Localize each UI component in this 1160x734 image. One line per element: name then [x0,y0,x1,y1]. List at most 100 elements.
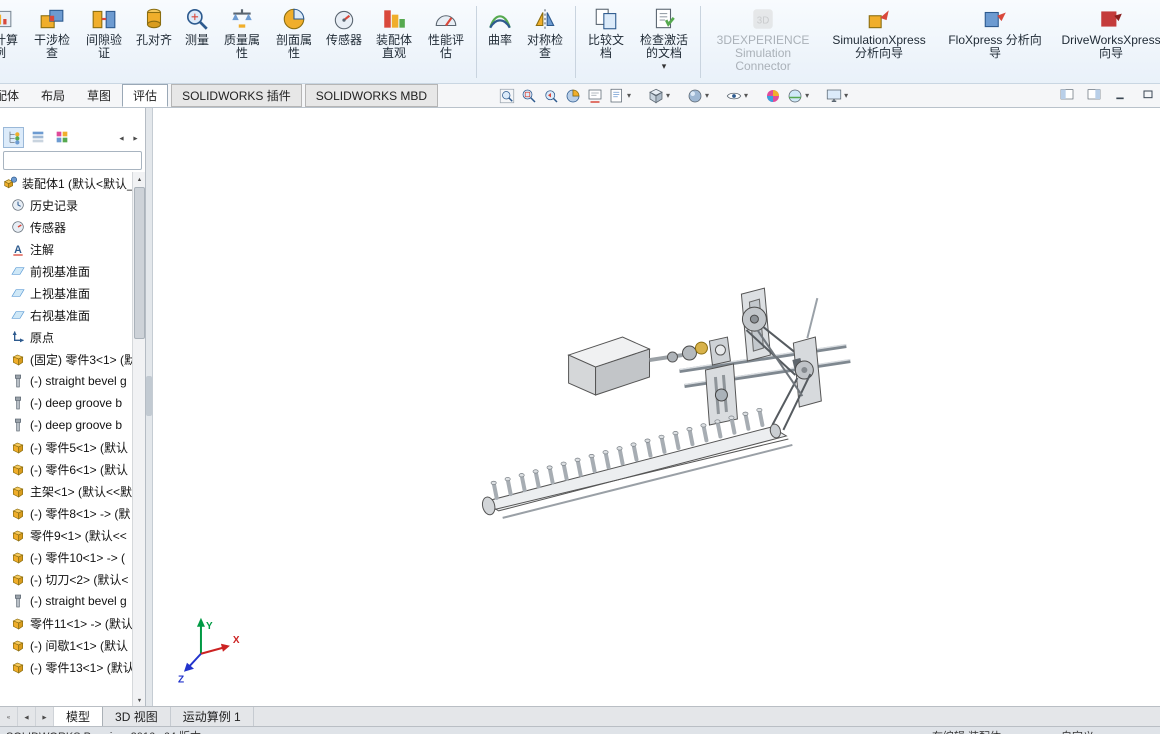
tree-item[interactable]: (-) 零件6<1> (默认 [0,458,132,480]
ribbon-tab[interactable]: 评估 [122,84,169,107]
part-icon [10,439,26,455]
ribbon-tab[interactable]: 布局 [30,84,76,107]
toolbar-button[interactable]: 3D 3DEXPERIENCE Simulation Connector [705,6,821,73]
toolbar-button[interactable]: 比较文档 [580,6,632,60]
tree-item[interactable]: 传感器 [0,216,132,238]
panel-tab[interactable] [51,127,72,148]
heads-up-button[interactable] [645,87,672,105]
toolbar-button-label: 对称检查 [527,33,564,60]
heads-up-button[interactable] [762,87,784,105]
toolbar-button[interactable]: 检查激活的文档 [632,6,702,78]
panel-splitter[interactable] [146,108,153,706]
heads-up-button[interactable] [518,87,540,105]
toolbar-button[interactable]: SimulationXpress 分析向导 [821,6,937,60]
tree-item[interactable]: (-) 零件8<1> -> (默 [0,502,132,524]
graphics-viewport[interactable]: Y X Z [153,108,1160,706]
panel-tab-scroll-button[interactable]: ◀ [115,129,128,145]
tree-scroll-up-button[interactable]: ▲ [133,172,146,185]
tree-scroll-down-button[interactable]: ▼ [133,693,146,706]
tree-item[interactable]: (固定) 零件3<1> (默 [0,348,132,370]
tree-item[interactable]: (-) 零件5<1> (默认 [0,436,132,458]
toolbar-button-label: 间隙验证 [85,33,122,60]
tree-item[interactable]: (-) deep groove b [0,414,132,436]
model-tab-label: 模型 [66,710,91,724]
model-conveyor [481,407,793,519]
tree-item[interactable]: 零件11<1> -> (默认 [0,612,132,634]
toolbar-button[interactable]: 装配体直观 [368,6,420,60]
model-tab[interactable]: 运动算例 1 [171,707,254,726]
panel-tab[interactable] [3,126,24,148]
tab-scroll-button[interactable]: « [0,707,18,726]
panel-tab-scroll-button[interactable]: ▶ [129,129,142,145]
heads-up-button[interactable] [823,87,850,105]
window-control-button[interactable] [1057,85,1077,105]
tree-item[interactable]: 零件9<1> (默认<< [0,524,132,546]
tree-item-label: (-) 零件5<1> (默认 [30,440,129,455]
heads-up-button[interactable] [584,87,606,105]
toolbar-button[interactable]: 剖面属性 [268,6,320,60]
heads-up-button[interactable] [540,87,562,105]
annotations-icon: A [10,241,26,257]
tree-item[interactable]: 上视基准面 [0,282,132,304]
heads-up-button[interactable] [723,87,750,105]
toolbar-button[interactable]: 孔对齐 [130,6,178,47]
tree-scrollbar[interactable]: ▲ ▼ [132,172,145,706]
tree-item-label: 装配体1 (默认<默认_显 [22,176,132,191]
heads-up-button[interactable] [784,87,811,105]
tree-item[interactable]: (-) 零件13<1> (默认 [0,656,132,678]
tree-item[interactable]: 原点 [0,326,132,348]
tree-item[interactable]: 前视基准面 [0,260,132,282]
tree-item[interactable]: A 注解 [0,238,132,260]
toolbar-button[interactable]: 干涉检查 [26,6,78,60]
toolbar-button[interactable]: 性能评估 [420,6,478,78]
tab-scroll-button[interactable]: ▶ [36,707,54,726]
view-orientation-icon [647,87,665,105]
plane-icon [10,263,26,279]
toolbar-button[interactable]: 测量 [178,6,216,47]
tree-item[interactable]: 主架<1> (默认<<默 [0,480,132,502]
tree-item[interactable]: 装配体1 (默认<默认_显 [0,172,132,194]
model-tab[interactable]: 模型 [54,707,104,726]
toolbar-button[interactable]: 传感器 [320,6,368,47]
window-control-button[interactable] [1111,85,1131,105]
tab-scroll-button[interactable]: ◀ [18,707,36,726]
svg-text:▼: ▼ [136,698,141,704]
model-tab[interactable]: 3D 视图 [103,707,171,726]
assembly-model[interactable]: Y X Z [153,108,1160,706]
ribbon-tab[interactable]: 草图 [76,84,122,107]
featuremanager-filter-input[interactable] [3,150,142,170]
toolbar-button[interactable]: 曲率 [481,6,519,47]
tree-item[interactable]: (-) 间歇1<1> (默认 [0,634,132,656]
ribbon-tab[interactable]: SOLIDWORKS MBD [304,84,439,107]
tree-item[interactable]: (-) 切刀<2> (默认< [0,568,132,590]
simulationxpress-icon [866,6,892,32]
heads-up-button[interactable] [496,87,518,105]
tree-item[interactable]: (-) straight bevel g [0,370,132,392]
heads-up-button[interactable] [562,87,584,105]
status-customize-link[interactable]: 自定义 [1061,728,1094,734]
scroll-left-icon: ◀ [116,132,127,143]
heads-up-button[interactable] [684,87,711,105]
toolbar-button[interactable]: FloXpress 分析向导 [937,6,1053,60]
toolbar-button[interactable]: 设计算例 [0,6,26,60]
toolbar-button[interactable]: DriveWorksXpress 向导 [1053,6,1160,60]
status-bar: SOLIDWORKS Premium 2016 x64 版本 在编辑 装配体 自… [0,726,1160,734]
window-control-button[interactable] [1084,85,1104,105]
toolbar-button-label: 干涉检查 [33,33,70,60]
tree-item[interactable]: (-) straight bevel g [0,590,132,612]
tree-item[interactable]: (-) deep groove b [0,392,132,414]
heads-up-button[interactable] [606,87,633,105]
toolbar-button[interactable]: 质量属性 [216,6,268,60]
clearance-verify-icon [91,6,117,32]
panel-tab[interactable] [27,127,48,148]
toolbar-button[interactable]: 对称检查 [519,6,577,78]
panel-splitter-grip[interactable] [146,376,152,416]
tree-item[interactable]: 历史记录 [0,194,132,216]
ribbon-tab[interactable]: 装配体 [0,84,30,107]
toolbar-button[interactable]: 间隙验证 [78,6,130,60]
window-control-button[interactable] [1138,85,1158,105]
tree-item[interactable]: 右视基准面 [0,304,132,326]
ribbon-tab[interactable]: SOLIDWORKS 插件 [171,84,302,107]
tree-scrollbar-thumb[interactable] [133,187,145,339]
tree-item[interactable]: (-) 零件10<1> -> ( [0,546,132,568]
